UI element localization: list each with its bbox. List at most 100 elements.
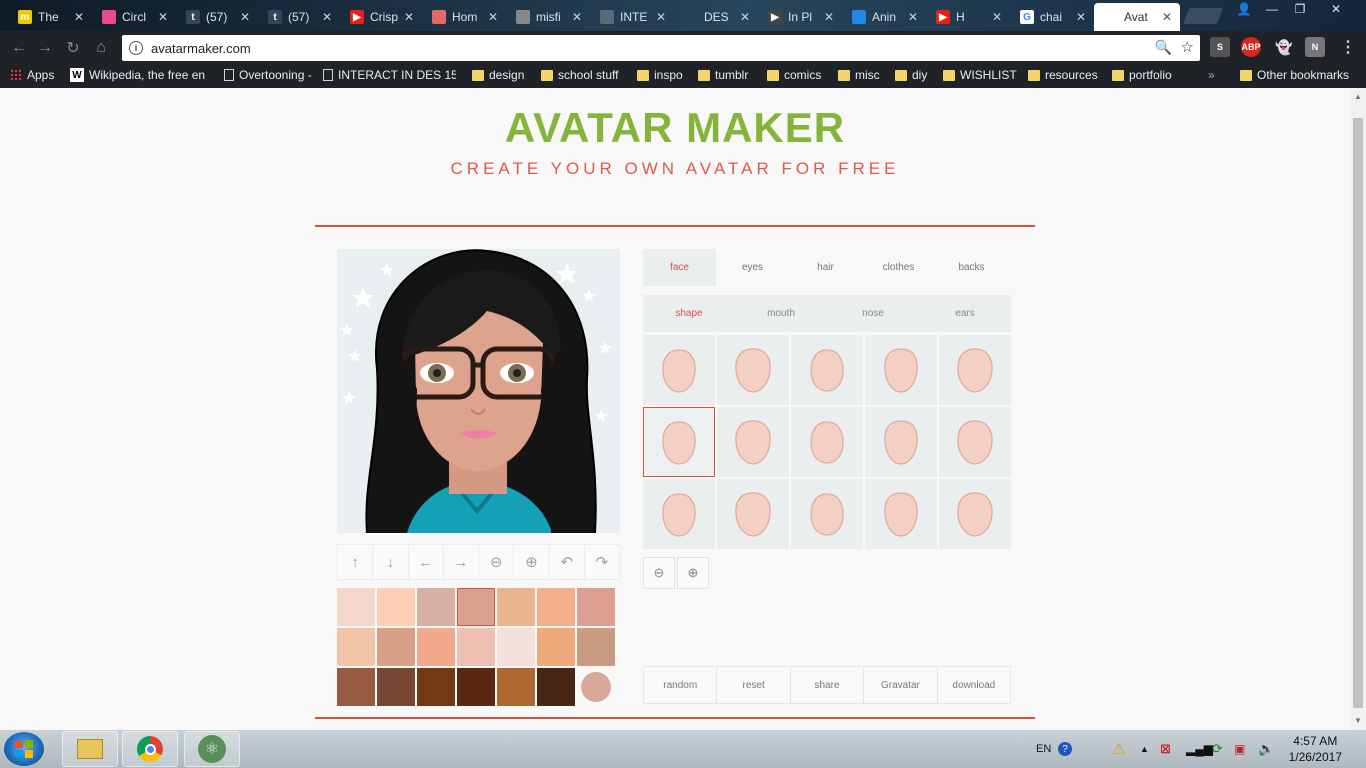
sync-icon[interactable]: ⟳ (1212, 730, 1223, 768)
rotate-left-icon[interactable]: ↶ (550, 545, 585, 579)
back-button[interactable]: ← (8, 37, 30, 59)
close-tab-icon[interactable]: ✕ (322, 10, 332, 24)
tab-eyes[interactable]: eyes (716, 249, 789, 286)
adblock-icon[interactable]: ABP (1241, 37, 1261, 57)
bookmarks-overflow-chevron[interactable]: » (1208, 68, 1215, 82)
skin-color-swatch[interactable] (577, 668, 615, 706)
skin-color-swatch[interactable] (377, 588, 415, 626)
bookmark-folder-diy[interactable]: diy (895, 68, 927, 82)
browser-tab[interactable]: Gchai ✕ (1010, 3, 1094, 31)
zoom-in-icon[interactable]: ⊕ (514, 545, 550, 579)
browser-tab[interactable]: m The ✕ (8, 3, 92, 31)
skin-color-swatch[interactable] (457, 588, 495, 626)
tab-face[interactable]: face (643, 249, 716, 286)
skin-color-swatch[interactable] (497, 668, 535, 706)
browser-tab[interactable]: Hom ✕ (422, 3, 506, 31)
profile-icon[interactable]: 👤 (1230, 0, 1258, 18)
subtab-mouth[interactable]: mouth (735, 295, 827, 332)
browser-tab[interactable]: ▶ Crisp ✕ (340, 3, 422, 31)
gravatar-button[interactable]: Gravatar (864, 667, 938, 703)
face-shape-option[interactable] (791, 335, 863, 405)
bookmark-folder-design[interactable]: design (472, 68, 524, 82)
zoom-icon[interactable]: 🔍 (1155, 39, 1172, 56)
system-clock[interactable]: 4:57 AM 1/26/2017 (1289, 733, 1342, 765)
skin-color-swatch[interactable] (417, 588, 455, 626)
taskbar-chrome[interactable] (122, 731, 178, 767)
close-window-button[interactable]: ✕ (1314, 0, 1358, 18)
network-error-icon[interactable]: ⊠ (1160, 730, 1171, 768)
skin-color-swatch[interactable] (417, 628, 455, 666)
move-right-icon[interactable]: → (444, 545, 479, 579)
minimize-button[interactable]: — (1258, 0, 1286, 18)
skin-color-swatch[interactable] (337, 588, 375, 626)
bookmark-folder-portfolio[interactable]: portfolio (1112, 68, 1172, 82)
bookmark-overtooning[interactable]: Overtooning - (224, 68, 312, 82)
skin-color-swatch[interactable] (497, 588, 535, 626)
skin-color-swatch[interactable] (337, 668, 375, 706)
browser-tab[interactable]: t (57) ✕ (176, 3, 258, 31)
skin-color-swatch[interactable] (577, 628, 615, 666)
skin-color-swatch[interactable] (417, 668, 455, 706)
close-tab-icon[interactable]: ✕ (1076, 10, 1086, 24)
extension-ghost-icon[interactable]: 👻 (1274, 37, 1294, 57)
bookmark-interact[interactable]: INTERACT IN DES 157 (323, 68, 456, 82)
close-tab-icon[interactable]: ✕ (404, 10, 414, 24)
face-shape-option[interactable] (865, 407, 937, 477)
language-indicator[interactable]: EN (1036, 730, 1051, 768)
face-shape-option[interactable] (643, 407, 715, 477)
subtab-ears[interactable]: ears (919, 295, 1011, 332)
skin-color-swatch[interactable] (457, 668, 495, 706)
signal-icon[interactable]: ▂▄▆ (1186, 730, 1213, 768)
browser-tab[interactable]: Avat ✕ (1094, 3, 1180, 31)
move-left-icon[interactable]: ← (409, 545, 444, 579)
reset-button[interactable]: reset (717, 667, 791, 703)
close-tab-icon[interactable]: ✕ (908, 10, 918, 24)
warning-icon[interactable]: ⚠ (1112, 730, 1125, 768)
page-scrollbar[interactable]: ▲ ▼ (1350, 88, 1366, 730)
bookmark-star-icon[interactable]: ☆ (1181, 38, 1194, 56)
bookmark-folder-wishlist[interactable]: WISHLIST (943, 68, 1017, 82)
move-down-icon[interactable]: ↓ (373, 545, 409, 579)
skin-color-swatch[interactable] (577, 588, 615, 626)
browser-tab[interactable]: Circl ✕ (92, 3, 176, 31)
close-tab-icon[interactable]: ✕ (992, 10, 1002, 24)
close-tab-icon[interactable]: ✕ (740, 10, 750, 24)
face-shape-option[interactable] (791, 479, 863, 549)
close-tab-icon[interactable]: ✕ (158, 10, 168, 24)
help-icon[interactable]: ? (1058, 730, 1072, 768)
browser-tab[interactable]: Anin ✕ (842, 3, 926, 31)
face-shape-option[interactable] (939, 407, 1011, 477)
bookmark-folder-comics[interactable]: comics (767, 68, 821, 82)
show-hidden-icons-icon[interactable]: ▲ (1140, 730, 1149, 768)
scrollbar-thumb[interactable] (1353, 118, 1363, 708)
face-shape-option[interactable] (791, 407, 863, 477)
browser-tab[interactable]: t (57) ✕ (258, 3, 340, 31)
extension-s-icon[interactable]: S (1210, 37, 1230, 57)
move-up-icon[interactable]: ↑ (338, 545, 374, 579)
custom-color-picker[interactable] (581, 672, 611, 702)
close-tab-icon[interactable]: ✕ (656, 10, 666, 24)
browser-tab[interactable]: ▶ In Pl ✕ (758, 3, 842, 31)
skin-color-swatch[interactable] (377, 628, 415, 666)
part-zoom-in-icon[interactable]: ⊕ (677, 557, 709, 589)
browser-tab[interactable]: INTE ✕ (590, 3, 674, 31)
subtab-shape[interactable]: shape (643, 295, 735, 332)
face-shape-option[interactable] (865, 479, 937, 549)
skin-color-swatch[interactable] (377, 668, 415, 706)
skin-color-swatch[interactable] (537, 628, 575, 666)
face-shape-option[interactable] (717, 335, 789, 405)
skin-color-swatch[interactable] (457, 628, 495, 666)
restore-button[interactable]: ❐ (1286, 0, 1314, 18)
subtab-nose[interactable]: nose (827, 295, 919, 332)
bookmark-folder-school[interactable]: school stuff (541, 68, 618, 82)
browser-tab[interactable]: misfi ✕ (506, 3, 590, 31)
bookmark-folder-tumblr[interactable]: tumblr (698, 68, 748, 82)
close-tab-icon[interactable]: ✕ (240, 10, 250, 24)
face-shape-option[interactable] (643, 479, 715, 549)
close-tab-icon[interactable]: ✕ (74, 10, 84, 24)
bookmark-apps[interactable]: Apps (10, 68, 54, 82)
new-tab-button[interactable] (1183, 8, 1223, 24)
extension-nn-icon[interactable]: N (1305, 37, 1325, 57)
zoom-out-icon[interactable]: ⊖ (479, 545, 515, 579)
part-zoom-out-icon[interactable]: ⊖ (643, 557, 675, 589)
